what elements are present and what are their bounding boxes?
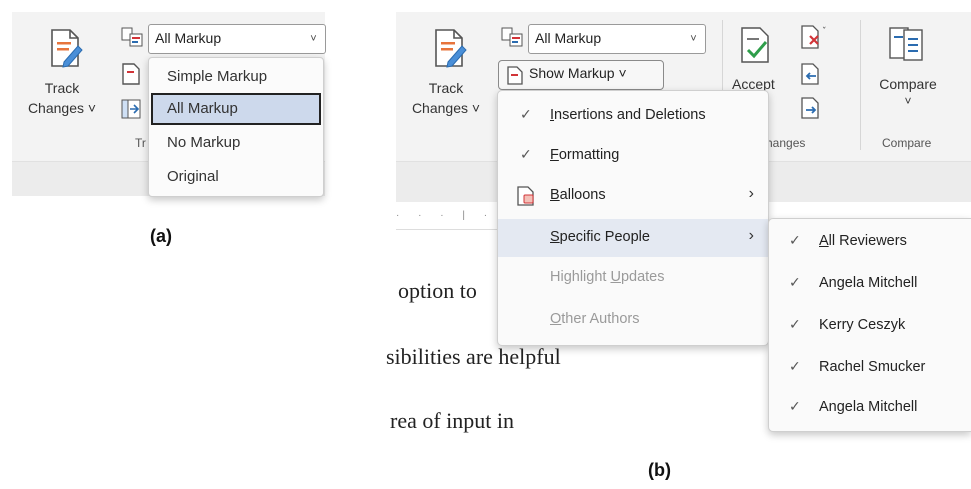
menu-item-label: Angela Mitchell (819, 275, 918, 291)
specific-people-submenu: ✓ All Reviewers ✓ Angela Mitchell ✓ Kerr… (768, 218, 971, 432)
menu-item-label-rest: ther Authors (561, 311, 640, 327)
track-changes-label-line1: Track (428, 80, 464, 96)
panel-b: · · · | · Track Changes ˅ All Markup ˅ S… (386, 0, 971, 489)
menu-item-balloons[interactable]: Balloons › (498, 177, 768, 215)
menu-item-label: Highlight Updates (550, 269, 664, 285)
tracking-group-label: Tr (135, 136, 146, 150)
menu-item-highlight-updates: Highlight Updates (498, 259, 768, 297)
svg-text:ˇ: ˇ (822, 26, 827, 37)
reviewing-pane-icon[interactable] (120, 98, 142, 120)
menu-item-accel: S (550, 229, 560, 245)
markup-option-label: Simple Markup (167, 68, 268, 85)
chevron-down-icon[interactable]: ˅ (685, 29, 701, 49)
check-icon: ✓ (520, 146, 532, 162)
changes-group-label: hanges (766, 136, 806, 150)
menu-item-label-rest: pdates (620, 269, 665, 285)
show-markup-label: Show Markup ˅ (529, 65, 627, 81)
menu-item-specific-people[interactable]: Specific People › (498, 219, 768, 257)
check-icon: ✓ (789, 358, 801, 374)
menu-item-accel: F (550, 147, 559, 163)
menu-item-label: Formatting (550, 147, 619, 163)
menu-item-label: Other Authors (550, 311, 639, 327)
next-change-icon[interactable] (800, 96, 822, 120)
menu-item-label-rest: pecific People (559, 229, 650, 245)
menu-item-insertions-deletions[interactable]: ✓ Insertions and Deletions (498, 97, 768, 135)
track-changes-label-line2: Changes ˅ (411, 100, 481, 116)
balloons-icon (517, 186, 534, 206)
display-for-review-icon (501, 27, 523, 47)
menu-item-accel: U (610, 269, 621, 285)
markup-option-simple[interactable]: Simple Markup (151, 62, 321, 92)
check-icon: ✓ (789, 398, 801, 414)
reject-icon[interactable]: ˇ (800, 24, 830, 50)
document-line: sibilities are helpful (386, 344, 561, 369)
track-changes-button[interactable]: Track Changes ˅ (22, 20, 112, 150)
compare-button[interactable]: Compare ˅ (866, 22, 950, 122)
menu-item-label: Balloons (550, 187, 606, 203)
show-markup-icon (507, 66, 523, 85)
menu-item-label-rest: ormatting (558, 147, 620, 163)
menu-item-label: All Reviewers (819, 233, 907, 249)
display-for-review-icon (121, 27, 143, 47)
menu-item-reviewer[interactable]: ✓ Angela Mitchell (769, 265, 971, 303)
caption-b: (b) (648, 460, 671, 480)
compare-label: Compare (879, 76, 937, 92)
track-changes-label-line2: Changes ˅ (27, 100, 97, 116)
track-changes-label-line1: Track (44, 80, 80, 96)
check-icon: ✓ (789, 274, 801, 290)
caption-a: (a) (150, 226, 172, 246)
menu-item-formatting[interactable]: ✓ Formatting (498, 137, 768, 175)
markup-select-value: All Markup (155, 30, 222, 46)
group-separator (860, 20, 861, 150)
markup-select[interactable]: All Markup ˅ (528, 24, 706, 54)
markup-option-original[interactable]: Original (151, 162, 321, 194)
menu-item-label-pre: Highlight (550, 269, 611, 285)
menu-item-label: Kerry Ceszyk (819, 317, 906, 333)
menu-item-accel: B (550, 187, 560, 203)
markup-select[interactable]: All Markup ˅ (148, 24, 326, 54)
markup-option-none[interactable]: No Markup (151, 128, 321, 160)
menu-item-label: Specific People (550, 229, 650, 245)
menu-item-accel: O (550, 311, 562, 327)
menu-item-label-rest: ll Reviewers (828, 233, 907, 249)
menu-item-all-reviewers[interactable]: ✓ All Reviewers (769, 223, 971, 261)
markup-option-label: Original (167, 168, 219, 185)
menu-item-label: Rachel Smucker (819, 359, 926, 375)
menu-item-accel: A (819, 233, 829, 249)
compare-icon (889, 27, 923, 61)
show-markup-menu: ✓ Insertions and Deletions ✓ Formatting … (497, 90, 769, 346)
chevron-down-icon[interactable]: ˅ (305, 29, 321, 49)
previous-change-icon[interactable] (800, 62, 822, 86)
document-line: option to (398, 278, 477, 303)
chevron-right-icon: › (748, 185, 754, 202)
chevron-right-icon: › (748, 227, 754, 244)
menu-item-reviewer[interactable]: ✓ Angela Mitchell (769, 389, 971, 427)
menu-item-other-authors: Other Authors (498, 301, 768, 339)
menu-item-reviewer[interactable]: ✓ Rachel Smucker (769, 349, 971, 387)
track-changes-icon (51, 29, 83, 68)
check-icon: ✓ (789, 316, 801, 332)
show-markup-button[interactable]: Show Markup ˅ (498, 60, 664, 90)
markup-option-label: No Markup (167, 134, 241, 151)
menu-item-label: Insertions and Deletions (550, 107, 706, 123)
track-changes-icon (435, 29, 467, 68)
show-markup-small-icon[interactable] (121, 62, 141, 86)
check-icon: ✓ (520, 106, 532, 122)
track-changes-button[interactable]: Track Changes ˅ (406, 20, 496, 150)
check-icon: ✓ (789, 232, 801, 248)
document-line: rea of input in (390, 408, 515, 433)
markup-select-value: All Markup (535, 30, 602, 46)
panel-a: Track Changes ˅ Tr All Markup ˅ Simple M… (0, 0, 330, 250)
menu-item-label: Angela Mitchell (819, 399, 918, 415)
markup-dropdown: Simple Markup All Markup No Markup Origi… (148, 57, 324, 197)
menu-item-label-rest: nsertions and Deletions (554, 107, 706, 123)
menu-item-label-rest: alloons (559, 187, 606, 203)
menu-item-reviewer[interactable]: ✓ Kerry Ceszyk (769, 307, 971, 345)
markup-option-all[interactable]: All Markup (151, 93, 321, 125)
chevron-down-icon: ˅ (904, 94, 912, 108)
accept-icon (741, 27, 769, 63)
markup-option-label: All Markup (167, 100, 238, 117)
compare-group-label: Compare (882, 136, 932, 150)
